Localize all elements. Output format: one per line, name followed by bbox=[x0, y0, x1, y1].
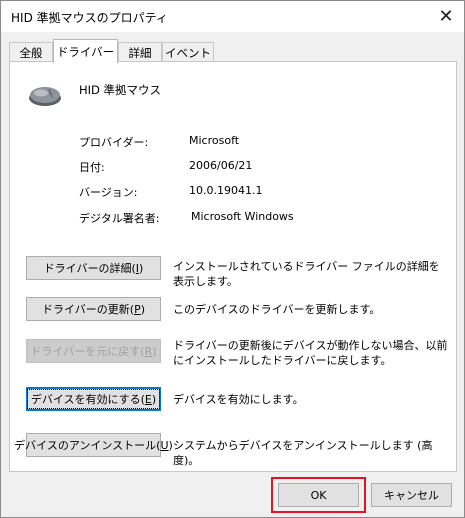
driver-details-button[interactable]: ドライバーの詳細(I) bbox=[26, 256, 161, 280]
properties-dialog: HID 準拠マウスのプロパティ ✕ 全般 ドライバー 詳細 イベント HID 準… bbox=[0, 0, 465, 518]
version-value: 10.0.19041.1 bbox=[189, 184, 263, 197]
uninstall-device-button[interactable]: デバイスのアンインストール(U) bbox=[14, 433, 173, 457]
driver-panel: HID 準拠マウス プロバイダー: Microsoft 日付: 2006/06/… bbox=[9, 61, 457, 472]
uninstall-device-desc: システムからデバイスをアンインストールします (高度)。 bbox=[173, 439, 433, 467]
date-value: 2006/06/21 bbox=[189, 159, 253, 172]
tab-events[interactable]: イベント bbox=[162, 42, 214, 62]
tab-driver[interactable]: ドライバー bbox=[53, 39, 118, 63]
update-driver-desc: このデバイスのドライバーを更新します。 bbox=[173, 303, 381, 316]
driver-details-desc: インストールされているドライバー ファイルの詳細を表示します。 bbox=[173, 260, 440, 288]
enable-device-desc: デバイスを有効にします。 bbox=[173, 393, 304, 406]
update-driver-button[interactable]: ドライバーの更新(P) bbox=[26, 297, 161, 321]
window-title: HID 準拠マウスのプロパティ bbox=[11, 11, 168, 25]
cancel-button[interactable]: キャンセル bbox=[371, 483, 452, 507]
title-bar: HID 準拠マウスのプロパティ ✕ bbox=[1, 1, 464, 32]
date-label: 日付: bbox=[79, 161, 105, 174]
tab-general[interactable]: 全般 bbox=[9, 42, 53, 62]
ok-button[interactable]: OK bbox=[278, 483, 359, 507]
rollback-driver-desc: ドライバーの更新後にデバイスが動作しない場合、以前にインストールしたドライバーに… bbox=[173, 339, 448, 367]
signer-value: Microsoft Windows bbox=[191, 210, 294, 223]
close-icon[interactable]: ✕ bbox=[429, 2, 463, 31]
enable-device-button[interactable]: デバイスを有効にする(E) bbox=[26, 387, 161, 411]
rollback-driver-button[interactable]: ドライバーを元に戻す(R) bbox=[26, 339, 161, 363]
device-name: HID 準拠マウス bbox=[79, 83, 162, 97]
tab-details[interactable]: 詳細 bbox=[118, 42, 162, 62]
mouse-icon bbox=[29, 87, 61, 106]
provider-label: プロバイダー: bbox=[79, 136, 149, 149]
provider-value: Microsoft bbox=[189, 134, 240, 147]
signer-label: デジタル署名者: bbox=[79, 212, 160, 225]
version-label: バージョン: bbox=[79, 186, 138, 199]
